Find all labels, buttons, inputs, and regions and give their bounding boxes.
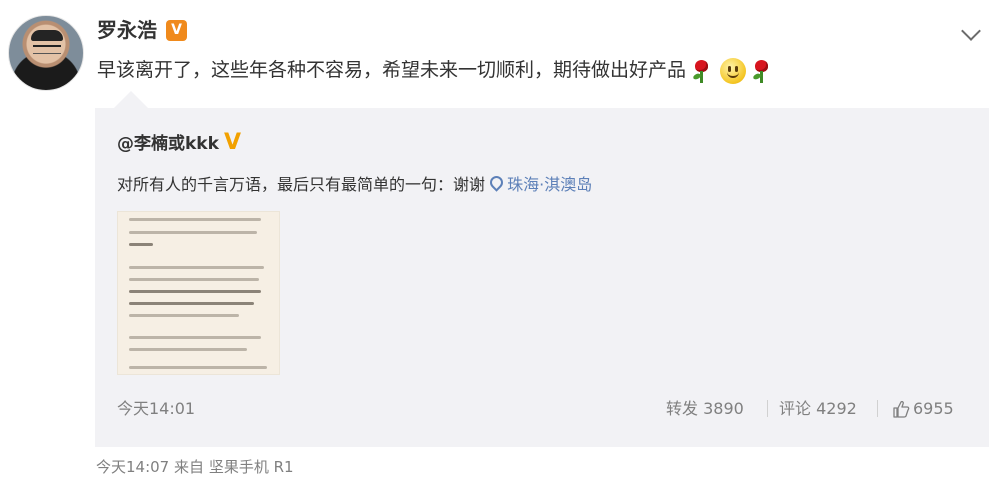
repost-pointer <box>114 91 148 108</box>
more-options-chevron-icon[interactable] <box>961 21 981 41</box>
repost-author-name[interactable]: @李楠或kkk <box>117 131 219 157</box>
avatar-hair <box>31 30 63 41</box>
repost-content: 对所有人的千言万语，最后只有最简单的一句：谢谢 珠海·淇澳岛 <box>117 172 592 198</box>
repost-count: 3890 <box>703 399 744 418</box>
author-avatar[interactable] <box>8 15 84 91</box>
comment-label: 评论 <box>779 399 812 418</box>
like-count[interactable]: 6955 <box>913 398 954 420</box>
rose-emoji-icon <box>690 58 712 84</box>
repost-text: 对所有人的千言万语，最后只有最简单的一句：谢谢 <box>117 175 486 194</box>
action-divider <box>767 400 768 417</box>
location-label: 珠海·淇澳岛 <box>507 175 593 194</box>
post-timestamp[interactable]: 今天14:07 <box>96 458 169 476</box>
post-text: 早该离开了，这些年各种不容易，希望未来一切顺利，期待做出好产品 <box>97 59 687 81</box>
comment-action[interactable]: 评论 4292 <box>779 398 857 420</box>
repost-action[interactable]: 转发 3890 <box>666 398 744 420</box>
repost-label: 转发 <box>666 399 699 418</box>
author-name[interactable]: 罗永浩 <box>97 16 157 44</box>
repost-timestamp[interactable]: 今天14:01 <box>117 398 195 420</box>
image-thumbnail[interactable] <box>117 211 280 375</box>
thumbs-up-icon[interactable] <box>892 401 910 418</box>
post-meta: 今天14:07 来自 坚果手机 R1 <box>96 455 294 479</box>
location-link[interactable]: 珠海·淇澳岛 <box>487 173 593 194</box>
avatar-glasses <box>33 45 61 54</box>
gold-verified-icon[interactable]: V <box>224 131 246 155</box>
source-prefix: 来自 <box>174 458 205 476</box>
location-pin-icon <box>487 173 506 192</box>
action-divider <box>877 400 878 417</box>
smile-emoji-icon <box>720 57 747 84</box>
post-content: 早该离开了，这些年各种不容易，希望未来一切顺利，期待做出好产品 <box>97 55 772 85</box>
verified-badge-icon[interactable]: V <box>166 20 187 41</box>
comment-count: 4292 <box>816 399 857 418</box>
rose-emoji-icon <box>750 58 772 84</box>
post-source[interactable]: 坚果手机 R1 <box>209 458 294 476</box>
